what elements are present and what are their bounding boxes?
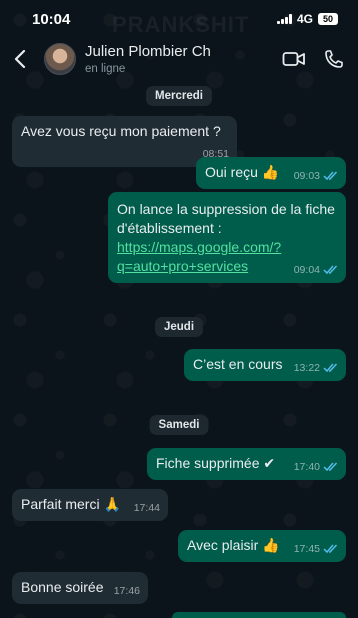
video-call-button[interactable]	[282, 50, 306, 68]
message-text: Avez vous reçu mon paiement ?	[21, 123, 221, 139]
message-time: 17:40	[293, 461, 320, 473]
message-text: C’est en cours	[193, 356, 283, 372]
message-link-continued[interactable]: q=auto+pro+services	[117, 258, 248, 274]
message-time: 17:46	[113, 585, 140, 597]
message-text: Avec plaisir 👍	[187, 537, 280, 553]
header-actions	[282, 49, 344, 69]
double-tick-icon	[323, 363, 338, 373]
message-list[interactable]: Mercredi Avez vous reçu mon paiement ? 0…	[0, 80, 358, 618]
back-button[interactable]	[4, 43, 36, 75]
phone-icon	[325, 50, 343, 68]
message-time: 17:44	[133, 502, 160, 514]
contact-name: Julien Plombier Ch	[85, 43, 211, 60]
day-separator: Jeudi	[154, 317, 204, 337]
message-meta: 13:22	[294, 361, 338, 375]
contact-info[interactable]: Julien Plombier Ch en ligne	[85, 43, 211, 75]
status-icons: 4G 50	[276, 12, 338, 26]
message-text: Parfait merci 🙏	[21, 496, 121, 512]
message-meta: 17:40	[294, 460, 338, 474]
chat-header: Julien Plombier Ch en ligne	[0, 38, 358, 80]
message-outgoing[interactable]: Oui reçu 👍 09:03	[196, 157, 346, 189]
voice-call-button[interactable]	[324, 49, 344, 69]
message-time: 09:04	[293, 264, 320, 276]
message-text: On lance la suppression de la fiche d'ét…	[117, 201, 335, 236]
message-text: Bonne soirée	[21, 579, 104, 595]
message-meta: 17:45	[294, 542, 338, 556]
message-meta: 17:46	[114, 584, 140, 598]
watermark: PRANKSHIT	[112, 12, 250, 37]
message-outgoing-partial[interactable]	[172, 612, 346, 618]
contact-status: en ligne	[85, 63, 126, 75]
avatar[interactable]	[44, 43, 76, 75]
double-tick-icon	[323, 265, 338, 275]
day-separator: Samedi	[149, 415, 209, 435]
double-tick-icon	[323, 171, 338, 181]
message-outgoing[interactable]: Avec plaisir 👍 17:45	[178, 530, 346, 562]
signal-icon	[276, 14, 292, 24]
message-incoming[interactable]: Parfait merci 🙏 17:44	[12, 489, 168, 521]
status-time: 10:04	[32, 10, 71, 28]
double-tick-icon	[323, 544, 338, 554]
back-arrow-icon	[14, 50, 26, 68]
message-meta: 09:04	[294, 263, 338, 277]
message-meta: 09:03	[294, 169, 338, 183]
message-time: 09:03	[293, 170, 320, 182]
message-outgoing[interactable]: C’est en cours 13:22	[184, 349, 346, 381]
video-call-icon	[282, 52, 305, 66]
message-time: 13:22	[293, 362, 320, 374]
status-bar: 10:04 PRANKSHIT 4G 50	[0, 0, 358, 38]
message-time: 17:45	[293, 543, 320, 555]
message-incoming[interactable]: Bonne soirée 17:46	[12, 572, 148, 604]
message-text: Oui reçu 👍	[205, 164, 280, 180]
message-meta: 17:44	[134, 501, 160, 515]
double-tick-icon	[323, 462, 338, 472]
message-link[interactable]: https://maps.google.com/?	[117, 239, 281, 255]
message-outgoing[interactable]: Fiche supprimée ✔ 17:40	[147, 448, 346, 480]
message-text: Fiche supprimée ✔	[156, 455, 276, 471]
network-label: 4G	[296, 12, 313, 26]
battery-icon: 50	[318, 13, 338, 25]
message-outgoing[interactable]: On lance la suppression de la fiche d'ét…	[108, 192, 346, 283]
day-separator: Mercredi	[146, 86, 212, 106]
